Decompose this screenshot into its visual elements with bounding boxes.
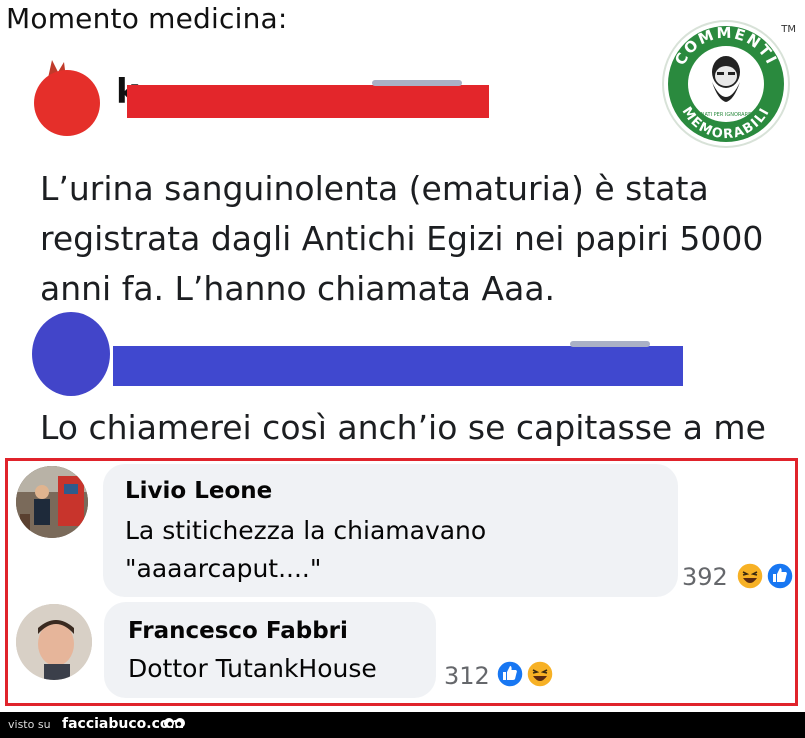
haha-reaction-icon — [526, 660, 554, 688]
redacted-handle-fragment — [570, 341, 650, 347]
redaction-bar-blue — [113, 346, 683, 386]
reaction-count[interactable]: 392 — [682, 563, 728, 591]
googly-eyes-icon — [164, 718, 185, 728]
replier-avatar[interactable] — [32, 312, 110, 396]
comment-author[interactable]: Livio Leone — [125, 478, 272, 504]
page-title: Momento medicina: — [6, 2, 288, 35]
comment-line: La stitichezza la chiamavano — [125, 516, 487, 545]
trademark-label: TM — [781, 24, 796, 35]
poster-avatar[interactable] — [34, 70, 100, 136]
haha-reaction-icon — [736, 562, 764, 590]
reply-text: Lo chiamerei così anch’io se capitasse a… — [40, 408, 766, 447]
comment-avatar-livio[interactable] — [16, 466, 88, 538]
watermark-footer: visto su facciabuco.com — [0, 712, 805, 738]
comment-avatar-francesco[interactable] — [16, 604, 92, 680]
comment-bubble: Francesco Fabbri Dottor TutankHouse — [104, 602, 436, 698]
commenti-memorabili-logo: COMMENTI MEMORABILI NATI PER IGNORARE TM — [662, 20, 796, 148]
comment-line: Dottor TutankHouse — [128, 654, 377, 683]
redacted-handle-fragment — [372, 80, 462, 86]
redaction-bar-red — [127, 85, 489, 118]
comment-bubble: Livio Leone La stitichezza la chiamavano… — [103, 464, 678, 597]
like-reaction-icon — [766, 562, 794, 590]
comment-line: "aaaarcaput...." — [125, 554, 322, 583]
like-reaction-icon — [496, 660, 524, 688]
footer-visto-label: visto su — [8, 718, 51, 731]
comment-author[interactable]: Francesco Fabbri — [128, 618, 348, 644]
post-text: L’urina sanguinolenta (ematuria) è stata… — [40, 169, 764, 308]
reaction-count[interactable]: 312 — [444, 662, 490, 690]
logo-small-text: NATI PER IGNORARE — [701, 112, 751, 118]
